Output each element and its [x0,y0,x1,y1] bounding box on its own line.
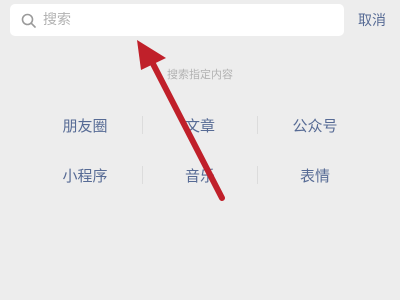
search-input[interactable] [43,12,303,28]
category-row: 朋友圈 文章 公众号 [28,108,372,142]
search-category-grid: 朋友圈 文章 公众号 小程序 音乐 表情 [28,108,372,208]
search-bar[interactable] [10,4,344,36]
search-icon [19,11,37,29]
cancel-button[interactable]: 取消 [358,10,386,30]
category-moments[interactable]: 朋友圈 [28,115,142,136]
category-music[interactable]: 音乐 [143,165,257,186]
category-mini-programs[interactable]: 小程序 [28,165,142,186]
category-official-accounts[interactable]: 公众号 [258,115,372,136]
category-stickers[interactable]: 表情 [258,165,372,186]
category-articles[interactable]: 文章 [143,115,257,136]
search-hint: 搜索指定内容 [167,68,233,81]
category-row: 小程序 音乐 表情 [28,158,372,192]
